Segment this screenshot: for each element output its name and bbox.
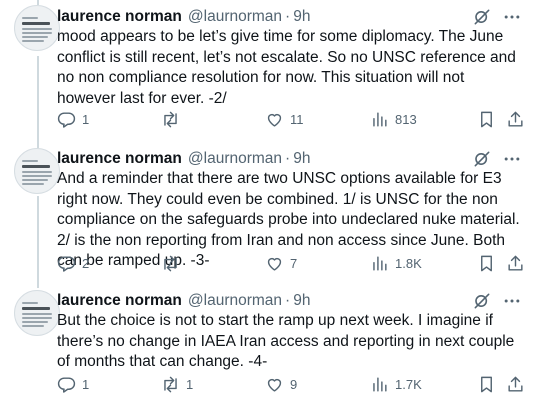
views-icon (373, 255, 387, 271)
bookmark-button[interactable] (477, 108, 496, 130)
grok-icon[interactable] (472, 149, 492, 169)
repost-button[interactable] (161, 108, 186, 130)
views-button[interactable]: 1.8K (370, 252, 422, 274)
repost-icon (164, 111, 177, 127)
share-button[interactable] (506, 373, 525, 395)
like-icon (267, 378, 282, 392)
tweet-header: laurence norman @laurnorman · 9h (57, 291, 310, 311)
repost-count: 1 (186, 376, 194, 392)
author-handle[interactable]: @laurnorman (188, 8, 282, 26)
tweet-text: mood appears to be let’s give time for s… (57, 28, 516, 107)
action-bar: 1 1 9 1.7K (57, 373, 527, 395)
separator: · (285, 8, 291, 25)
separator: · (285, 292, 291, 309)
repost-icon (164, 376, 177, 392)
views-button[interactable]: 1.7K (370, 373, 422, 395)
reply-count: 2 (82, 255, 90, 271)
share-button[interactable] (506, 108, 525, 130)
like-count: 11 (290, 111, 304, 127)
like-icon (267, 113, 282, 127)
tweet[interactable]: laurence norman @laurnorman · 9h But the… (0, 288, 536, 405)
author-name[interactable]: laurence norman (57, 292, 182, 310)
more-icon[interactable] (502, 291, 522, 311)
bookmark-icon (481, 111, 492, 127)
repost-button[interactable] (161, 252, 186, 274)
views-button[interactable]: 813 (370, 108, 417, 130)
share-icon (508, 376, 523, 392)
like-button[interactable]: 7 (265, 252, 297, 274)
tweet-text: But the choice is not to start the ramp … (57, 312, 515, 370)
grok-icon[interactable] (472, 291, 492, 311)
more-icon[interactable] (502, 149, 522, 169)
repost-icon (164, 255, 177, 271)
avatar[interactable] (14, 148, 60, 194)
author-name[interactable]: laurence norman (57, 8, 182, 26)
separator: · (285, 150, 291, 167)
action-bar: 1 11 813 (57, 108, 527, 130)
more-icon[interactable] (502, 7, 522, 27)
reply-icon (57, 111, 76, 128)
tweet[interactable]: laurence norman @laurnorman · 9h And a r… (0, 140, 536, 288)
bookmark-icon (481, 255, 492, 271)
views-icon (373, 376, 387, 392)
author-name[interactable]: laurence norman (57, 150, 182, 168)
views-count: 1.8K (395, 255, 422, 271)
like-button[interactable]: 9 (265, 373, 297, 395)
views-count: 1.7K (395, 376, 422, 392)
tweet[interactable]: laurence norman @laurnorman · 9h mood ap… (0, 0, 536, 140)
reply-count: 1 (82, 376, 90, 392)
reply-button[interactable]: 2 (57, 252, 89, 274)
action-bar: 2 7 1.8K (57, 252, 527, 274)
views-count: 813 (395, 111, 417, 127)
views-icon (373, 111, 387, 127)
reply-button[interactable]: 1 (57, 108, 89, 130)
timestamp[interactable]: 9h (293, 8, 310, 26)
like-count: 7 (290, 255, 298, 271)
avatar[interactable] (14, 5, 60, 51)
bookmark-button[interactable] (477, 373, 496, 395)
bookmark-icon (481, 376, 492, 392)
share-button[interactable] (506, 252, 525, 274)
repost-button[interactable]: 1 (161, 373, 193, 395)
author-handle[interactable]: @laurnorman (188, 292, 282, 310)
timestamp[interactable]: 9h (293, 150, 310, 168)
bookmark-button[interactable] (477, 252, 496, 274)
author-handle[interactable]: @laurnorman (188, 150, 282, 168)
like-count: 9 (290, 376, 298, 392)
tweet-header: laurence norman @laurnorman · 9h (57, 149, 310, 169)
reply-count: 1 (82, 111, 90, 127)
avatar[interactable] (14, 290, 60, 336)
share-icon (508, 255, 523, 271)
grok-icon[interactable] (472, 7, 492, 27)
like-button[interactable]: 11 (265, 108, 304, 130)
share-icon (508, 111, 523, 127)
timestamp[interactable]: 9h (293, 292, 310, 310)
tweet-header: laurence norman @laurnorman · 9h (57, 7, 310, 27)
reply-button[interactable]: 1 (57, 373, 89, 395)
reply-icon (57, 255, 76, 272)
like-icon (267, 257, 282, 271)
reply-icon (57, 376, 76, 393)
